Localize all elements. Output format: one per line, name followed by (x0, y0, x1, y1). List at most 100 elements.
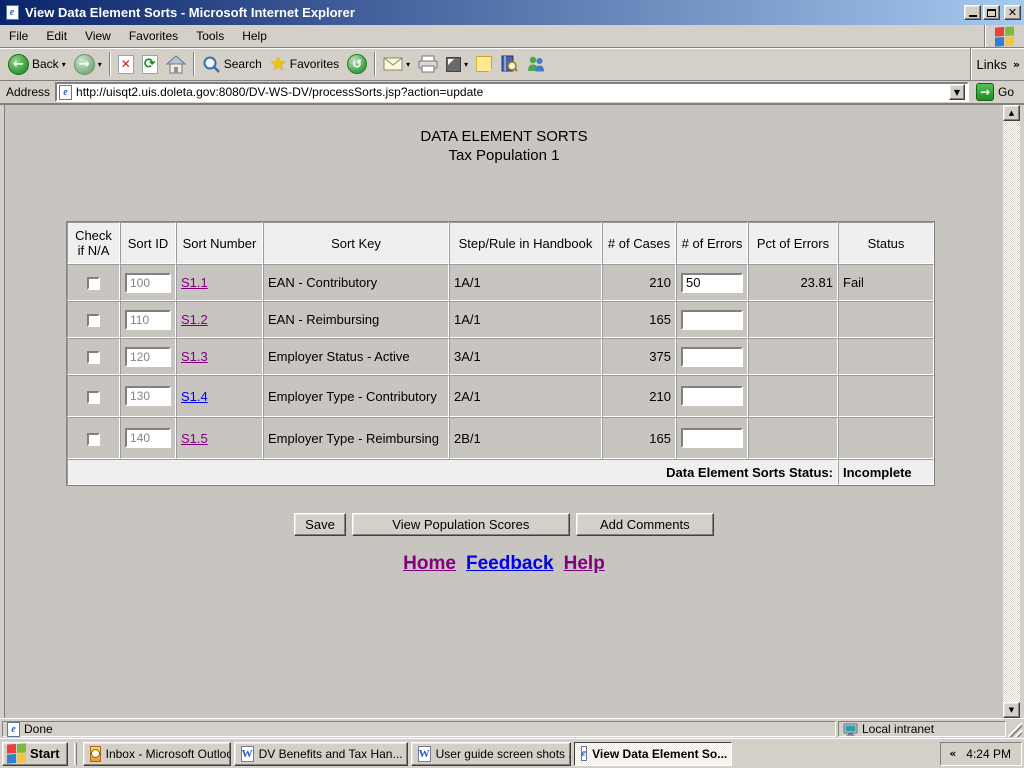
errors-input[interactable] (681, 428, 743, 448)
search-icon (202, 55, 221, 74)
menu-file[interactable]: File (0, 25, 37, 47)
menu-favorites[interactable]: Favorites (120, 25, 187, 47)
errors-input[interactable] (681, 386, 743, 406)
edit-button[interactable]: ▾ (442, 55, 472, 74)
local-intranet-icon (843, 723, 858, 736)
print-button[interactable] (414, 53, 442, 75)
menu-tools[interactable]: Tools (187, 25, 233, 47)
window-border-right (1020, 105, 1024, 718)
taskbar-item-ie-active[interactable]: e View Data Element So... (574, 742, 732, 766)
na-checkbox[interactable] (87, 277, 100, 290)
feedback-link[interactable]: Feedback (466, 553, 554, 574)
scrollbar-track[interactable] (1003, 121, 1020, 702)
edit-icon (446, 57, 461, 72)
sort-id-input[interactable] (125, 386, 171, 406)
maximize-button[interactable] (983, 5, 1000, 20)
menu-bar: File Edit View Favorites Tools Help (0, 25, 1024, 48)
pct-errors-cell (748, 301, 838, 338)
mail-button[interactable]: ▾ (379, 55, 414, 73)
address-dropdown-icon[interactable]: ▼ (949, 84, 965, 100)
sort-number-link[interactable]: S1.3 (181, 349, 208, 364)
na-checkbox[interactable] (87, 351, 100, 364)
na-checkbox[interactable] (87, 314, 100, 327)
address-input[interactable]: e http://uisqt2.uis.doleta.gov:8080/DV-W… (55, 82, 969, 102)
menu-help[interactable]: Help (233, 25, 276, 47)
sort-id-input[interactable] (125, 428, 171, 448)
scroll-down-icon[interactable]: ▼ (1003, 702, 1020, 718)
links-bar[interactable]: Links » (970, 48, 1020, 80)
forward-button[interactable]: → ▾ (70, 52, 106, 77)
col-header-sort-id: Sort ID (120, 222, 176, 264)
minimize-button[interactable] (964, 5, 981, 20)
na-checkbox[interactable] (87, 433, 100, 446)
sort-number-link[interactable]: S1.5 (181, 431, 208, 446)
messenger-icon (526, 55, 546, 73)
errors-input[interactable] (681, 310, 743, 330)
refresh-button[interactable]: ⟳ (138, 53, 162, 76)
na-checkbox[interactable] (87, 391, 100, 404)
messenger-button[interactable] (522, 53, 550, 75)
go-arrow-icon: → (976, 83, 994, 101)
step-rule-cell: 2A/1 (449, 375, 602, 417)
view-population-scores-button[interactable]: View Population Scores (352, 513, 570, 536)
status-bar: e Done Local intranet (0, 718, 1024, 738)
taskbar-item-outlook[interactable]: Inbox - Microsoft Outlook (83, 742, 231, 766)
ie-window-icon: e (3, 4, 21, 21)
forward-dropdown-icon[interactable]: ▾ (98, 60, 102, 69)
home-button[interactable] (162, 53, 190, 76)
address-url[interactable]: http://uisqt2.uis.doleta.gov:8080/DV-WS-… (76, 85, 945, 99)
stop-button[interactable]: ✕ (114, 53, 138, 76)
footer-links: Home Feedback Help (5, 553, 1003, 575)
sort-key-cell: Employer Type - Reimbursing (263, 417, 449, 459)
favorites-button[interactable]: ★ Favorites (266, 53, 343, 76)
menu-edit[interactable]: Edit (37, 25, 76, 47)
menu-view[interactable]: View (76, 25, 120, 47)
col-header-sort-key: Sort Key (263, 222, 449, 264)
sort-id-input[interactable] (125, 310, 171, 330)
edit-dropdown-icon[interactable]: ▾ (464, 60, 468, 69)
research-button[interactable] (496, 53, 522, 75)
col-header-step-rule: Step/Rule in Handbook (449, 222, 602, 264)
sort-key-cell: Employer Type - Contributory (263, 375, 449, 417)
col-header-status: Status (838, 222, 934, 264)
sort-number-link[interactable]: S1.4 (181, 389, 208, 404)
col-header-pct: Pct of Errors (748, 222, 838, 264)
sort-number-link[interactable]: S1.2 (181, 312, 208, 327)
resize-grip[interactable] (1008, 721, 1022, 737)
discuss-button[interactable] (472, 54, 496, 74)
start-button[interactable]: Start (2, 742, 68, 766)
address-bar: Address e http://uisqt2.uis.doleta.gov:8… (0, 81, 1024, 105)
step-rule-cell: 3A/1 (449, 338, 602, 375)
help-link[interactable]: Help (564, 553, 605, 574)
favorites-star-icon: ★ (270, 55, 287, 74)
word-icon: W (418, 746, 431, 762)
links-chevron-icon[interactable]: » (1013, 58, 1020, 71)
windows-flag-icon (995, 26, 1014, 46)
mail-dropdown-icon[interactable]: ▾ (406, 60, 410, 69)
taskbar-item-word-dv-benefits[interactable]: W DV Benefits and Tax Han... (234, 742, 408, 766)
home-link[interactable]: Home (403, 553, 456, 574)
back-button[interactable]: ← Back ▾ (4, 52, 70, 77)
taskbar-item-word-user-guide[interactable]: W User guide screen shots ... (411, 742, 571, 766)
sort-number-link[interactable]: S1.1 (181, 275, 208, 290)
taskbar: Start Inbox - Microsoft Outlook W DV Ben… (0, 738, 1024, 768)
search-button[interactable]: Search (198, 53, 266, 76)
sort-id-input[interactable] (125, 273, 171, 293)
errors-input[interactable] (681, 273, 743, 293)
stop-icon: ✕ (118, 55, 134, 74)
back-dropdown-icon[interactable]: ▾ (62, 60, 66, 69)
vertical-scrollbar[interactable]: ▲ ▼ (1003, 105, 1020, 718)
tray-chevron-icon[interactable]: « (949, 747, 956, 760)
add-comments-button[interactable]: Add Comments (576, 513, 714, 536)
table-header-row: Check if N/A Sort ID Sort Number Sort Ke… (67, 222, 934, 264)
history-button[interactable]: ↺ (343, 52, 371, 76)
sort-key-cell: EAN - Reimbursing (263, 301, 449, 338)
col-header-errors: # of Errors (676, 222, 748, 264)
title-bar: e View Data Element Sorts - Microsoft In… (0, 0, 1024, 25)
sort-id-input[interactable] (125, 347, 171, 367)
scroll-up-icon[interactable]: ▲ (1003, 105, 1020, 121)
close-button[interactable]: ✕ (1004, 5, 1021, 20)
errors-input[interactable] (681, 347, 743, 367)
go-button[interactable]: → Go (974, 82, 1020, 102)
save-button[interactable]: Save (294, 513, 346, 536)
